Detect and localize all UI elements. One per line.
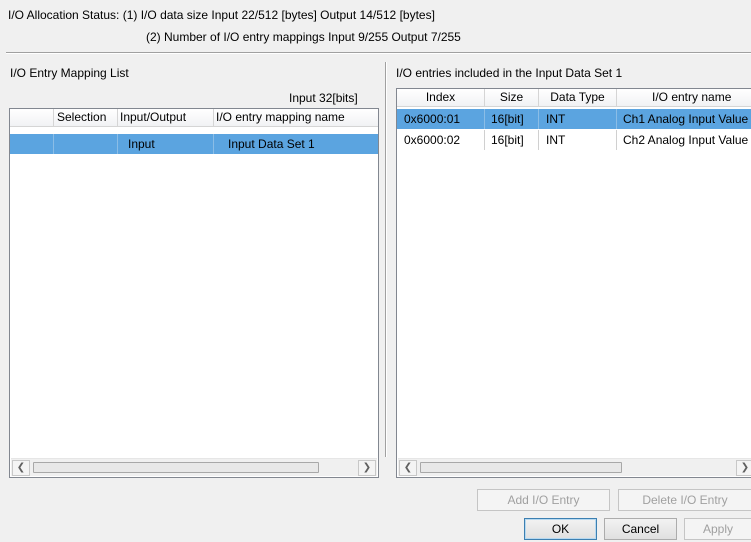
size-cell: 16[bit] bbox=[491, 133, 524, 147]
io-entry-row[interactable]: 0x6000:02 16[bit] INT Ch2 Analog Input V… bbox=[397, 130, 751, 150]
scroll-left-icon[interactable]: ❮ bbox=[399, 460, 417, 476]
io-cell: Input bbox=[128, 137, 155, 151]
mapping-name-cell: Input Data Set 1 bbox=[228, 137, 315, 151]
scrollbar-thumb[interactable] bbox=[33, 462, 319, 473]
apply-button[interactable]: Apply bbox=[684, 518, 751, 540]
io-entries-header: Index Size Data Type I/O entry name bbox=[397, 89, 751, 107]
scroll-left-icon[interactable]: ❮ bbox=[12, 460, 30, 476]
mapping-list-title: I/O Entry Mapping List bbox=[10, 66, 129, 80]
io-entries-grid[interactable]: Index Size Data Type I/O entry name 0x60… bbox=[396, 88, 751, 478]
column-header-data-type[interactable]: Data Type bbox=[539, 89, 617, 106]
cancel-button[interactable]: Cancel bbox=[604, 518, 677, 540]
column-header-selection[interactable]: Selection bbox=[54, 109, 118, 126]
column-header-index[interactable]: Index bbox=[397, 89, 485, 106]
panel-divider[interactable] bbox=[385, 62, 387, 457]
allocation-status-line-2: (2) Number of I/O entry mappings Input 9… bbox=[146, 30, 461, 44]
ok-button[interactable]: OK bbox=[524, 518, 597, 540]
data-type-cell: INT bbox=[546, 112, 566, 126]
io-entry-row[interactable]: 0x6000:01 16[bit] INT Ch1 Analog Input V… bbox=[397, 109, 751, 129]
entry-name-cell: Ch1 Analog Input Value bbox=[623, 112, 749, 126]
mapping-list-hscrollbar[interactable]: ❮ ❯ bbox=[11, 458, 377, 476]
add-io-entry-button[interactable]: Add I/O Entry bbox=[477, 489, 610, 511]
column-header-blank bbox=[10, 109, 54, 126]
delete-io-entry-button[interactable]: Delete I/O Entry bbox=[618, 489, 751, 511]
size-cell: 16[bit] bbox=[491, 112, 524, 126]
mapping-list-grid[interactable]: Selection Input/Output I/O entry mapping… bbox=[9, 108, 379, 478]
column-header-input-output[interactable]: Input/Output bbox=[118, 109, 214, 126]
input-bits-label: Input 32[bits] bbox=[289, 91, 358, 105]
data-type-cell: INT bbox=[546, 133, 566, 147]
header-separator bbox=[6, 52, 751, 54]
column-header-entry-name[interactable]: I/O entry name bbox=[617, 89, 751, 106]
row-header-cell bbox=[10, 134, 54, 154]
allocation-status-line-1: I/O Allocation Status: (1) I/O data size… bbox=[8, 8, 435, 22]
io-entries-title: I/O entries included in the Input Data S… bbox=[396, 66, 623, 80]
mapping-list-header: Selection Input/Output I/O entry mapping… bbox=[10, 109, 378, 127]
selection-cell[interactable] bbox=[54, 134, 118, 154]
column-header-size[interactable]: Size bbox=[485, 89, 539, 106]
mapping-list-row[interactable]: Input Input Data Set 1 bbox=[10, 134, 378, 154]
scrollbar-thumb[interactable] bbox=[420, 462, 622, 473]
delete-io-entry-label: Delete I/O Entry bbox=[642, 493, 728, 507]
scroll-right-icon[interactable]: ❯ bbox=[736, 460, 751, 476]
index-cell: 0x6000:02 bbox=[404, 133, 461, 147]
index-cell: 0x6000:01 bbox=[404, 112, 461, 126]
add-io-entry-label: Add I/O Entry bbox=[507, 493, 580, 507]
entry-name-cell: Ch2 Analog Input Value bbox=[623, 133, 749, 147]
scroll-right-icon[interactable]: ❯ bbox=[358, 460, 376, 476]
io-entries-hscrollbar[interactable]: ❮ ❯ bbox=[398, 458, 751, 476]
column-header-mapping-name[interactable]: I/O entry mapping name bbox=[214, 109, 378, 126]
